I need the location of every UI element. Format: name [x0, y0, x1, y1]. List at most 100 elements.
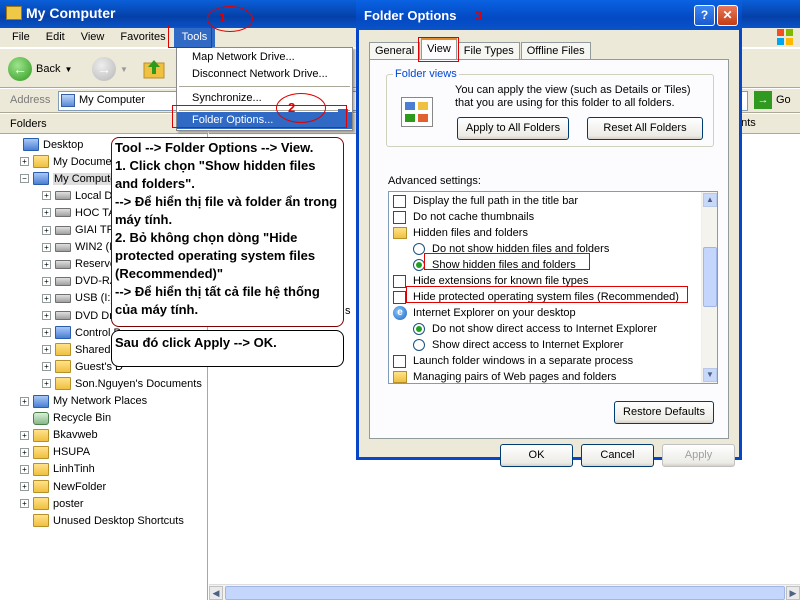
tree-item[interactable]: + poster — [20, 495, 84, 512]
tree-item[interactable]: Recycle Bin — [20, 410, 111, 427]
tree-item[interactable]: + My Network Places — [20, 393, 147, 410]
scroll-left-icon[interactable]: ◀ — [209, 586, 223, 600]
tree-item-label: USB (I:) — [75, 292, 115, 305]
tree-item[interactable]: + Shared D — [42, 341, 121, 358]
folders-label: Folders — [10, 118, 47, 130]
menu-file[interactable]: File — [4, 28, 38, 47]
expand-icon[interactable]: + — [42, 328, 51, 338]
tree-item-label: LinhTinh — [53, 463, 95, 476]
forward-button[interactable]: → ▼ — [92, 57, 128, 81]
expand-icon[interactable]: + — [42, 259, 51, 269]
advanced-scroll-thumb[interactable] — [703, 247, 717, 307]
expand-icon[interactable]: + — [20, 499, 29, 509]
expand-icon[interactable]: + — [20, 430, 29, 440]
tree-item[interactable]: + DVD Driv — [42, 307, 121, 324]
menu-edit[interactable]: Edit — [38, 28, 73, 47]
expand-icon[interactable]: + — [42, 362, 51, 372]
checkbox[interactable] — [393, 210, 406, 224]
expand-icon[interactable]: + — [42, 311, 51, 320]
tree-item[interactable]: + HSUPA — [20, 444, 90, 461]
expand-icon[interactable]: + — [20, 157, 29, 167]
tree-item[interactable]: + Reserve — [42, 256, 116, 273]
back-dropdown-icon[interactable]: ▼ — [64, 65, 72, 74]
cancel-button[interactable]: Cancel — [581, 444, 654, 467]
advanced-setting-row[interactable]: Launch folder windows in a separate proc… — [393, 353, 633, 369]
radio-button[interactable] — [413, 323, 425, 335]
advanced-setting-label: Do not cache thumbnails — [413, 211, 535, 223]
expand-icon[interactable]: + — [20, 464, 29, 474]
tree-item[interactable]: Desktop — [10, 136, 83, 153]
expand-icon[interactable]: + — [42, 191, 51, 201]
tree-item[interactable]: + Son.Nguyen's Documents — [42, 375, 202, 392]
tab-general[interactable]: General — [369, 42, 421, 60]
tree-item[interactable]: + Bkavweb — [20, 427, 98, 444]
advanced-setting-label: Show direct access to Internet Explorer — [432, 339, 624, 351]
folder-icon — [393, 371, 407, 383]
scroll-right-icon[interactable]: ▶ — [786, 586, 800, 600]
expand-icon[interactable]: + — [42, 225, 51, 235]
tree-item-label: Son.Nguyen's Documents — [75, 377, 202, 390]
menu-disconnect-network-drive[interactable]: Disconnect Network Drive... — [177, 66, 352, 83]
apply-note: Sau đó click Apply --> OK. — [111, 330, 344, 367]
restore-defaults-button[interactable]: Restore Defaults — [614, 401, 714, 424]
menu-favorites[interactable]: Favorites — [112, 28, 173, 47]
apply-button[interactable]: Apply — [662, 444, 735, 467]
folder-icon — [33, 462, 49, 476]
advanced-setting-row[interactable]: Show direct access to Internet Explorer — [413, 337, 623, 353]
checkbox[interactable] — [393, 274, 406, 288]
tab-file-types[interactable]: File Types — [457, 42, 520, 60]
annotation-circle-1 — [207, 6, 253, 32]
advanced-setting-row[interactable]: Do not show direct access to Internet Ex… — [413, 321, 657, 337]
tree-item[interactable]: − My Computer — [20, 170, 122, 187]
back-label: Back — [36, 63, 61, 75]
expand-icon[interactable]: + — [20, 396, 29, 406]
go-button[interactable]: → Go — [754, 91, 791, 109]
advanced-scrollbar[interactable]: ▲ ▼ — [701, 192, 717, 383]
checkbox[interactable] — [393, 290, 406, 304]
annotation-step-2: 2 — [288, 100, 296, 115]
expand-icon[interactable]: + — [20, 447, 29, 457]
up-folder-icon[interactable] — [142, 57, 166, 81]
advanced-setting-label: Internet Explorer on your desktop — [413, 307, 576, 319]
expand-icon[interactable]: + — [42, 208, 51, 218]
tree-item[interactable]: + WIN2 (F: — [42, 239, 119, 256]
radio-button[interactable] — [413, 339, 425, 351]
menu-map-network-drive[interactable]: Map Network Drive... — [177, 49, 352, 66]
help-icon[interactable]: ? — [694, 5, 715, 26]
menu-view[interactable]: View — [73, 28, 113, 47]
go-label: Go — [776, 94, 791, 106]
drive-icon — [55, 208, 71, 218]
expand-icon[interactable]: + — [42, 242, 51, 252]
expand-icon[interactable]: + — [20, 482, 29, 491]
tree-item[interactable]: + Control P — [42, 324, 121, 341]
tree-item[interactable]: + LinhTinh — [20, 461, 95, 478]
checkbox[interactable] — [393, 194, 406, 208]
computer-icon — [61, 94, 75, 107]
tree-item[interactable]: + GIAI TRI — [42, 222, 118, 239]
checkbox[interactable] — [393, 354, 406, 368]
reset-all-folders-button[interactable]: Reset All Folders — [587, 117, 703, 140]
tree-item[interactable]: + NewFolder — [20, 478, 106, 495]
tree-item[interactable]: + My Documen — [20, 153, 118, 170]
advanced-setting-row[interactable]: Display the full path in the title bar — [393, 193, 578, 209]
horizontal-scrollbar[interactable]: ◀ ▶ — [209, 584, 800, 600]
tree-item[interactable]: Unused Desktop Shortcuts — [20, 512, 184, 529]
scroll-up-icon[interactable]: ▲ — [703, 193, 717, 207]
scroll-thumb[interactable] — [225, 586, 785, 600]
collapse-icon[interactable]: − — [20, 174, 29, 184]
expand-icon[interactable]: + — [42, 276, 51, 286]
expand-icon[interactable]: + — [42, 379, 51, 389]
expand-icon[interactable]: + — [42, 293, 51, 303]
annotation-step-1: 1 — [219, 10, 227, 25]
advanced-setting-row[interactable]: Do not cache thumbnails — [393, 209, 534, 225]
scroll-down-icon[interactable]: ▼ — [703, 368, 717, 382]
back-button[interactable]: ← Back ▼ — [8, 57, 72, 81]
expand-icon[interactable]: + — [42, 345, 51, 355]
close-icon[interactable]: ✕ — [717, 5, 738, 26]
ok-button[interactable]: OK — [500, 444, 573, 467]
apply-to-all-folders-button[interactable]: Apply to All Folders — [457, 117, 569, 140]
dvd-icon — [55, 276, 71, 286]
my-computer-icon — [6, 6, 22, 20]
tab-offline-files[interactable]: Offline Files — [520, 42, 591, 60]
tree-item[interactable]: + USB (I:) — [42, 290, 114, 307]
